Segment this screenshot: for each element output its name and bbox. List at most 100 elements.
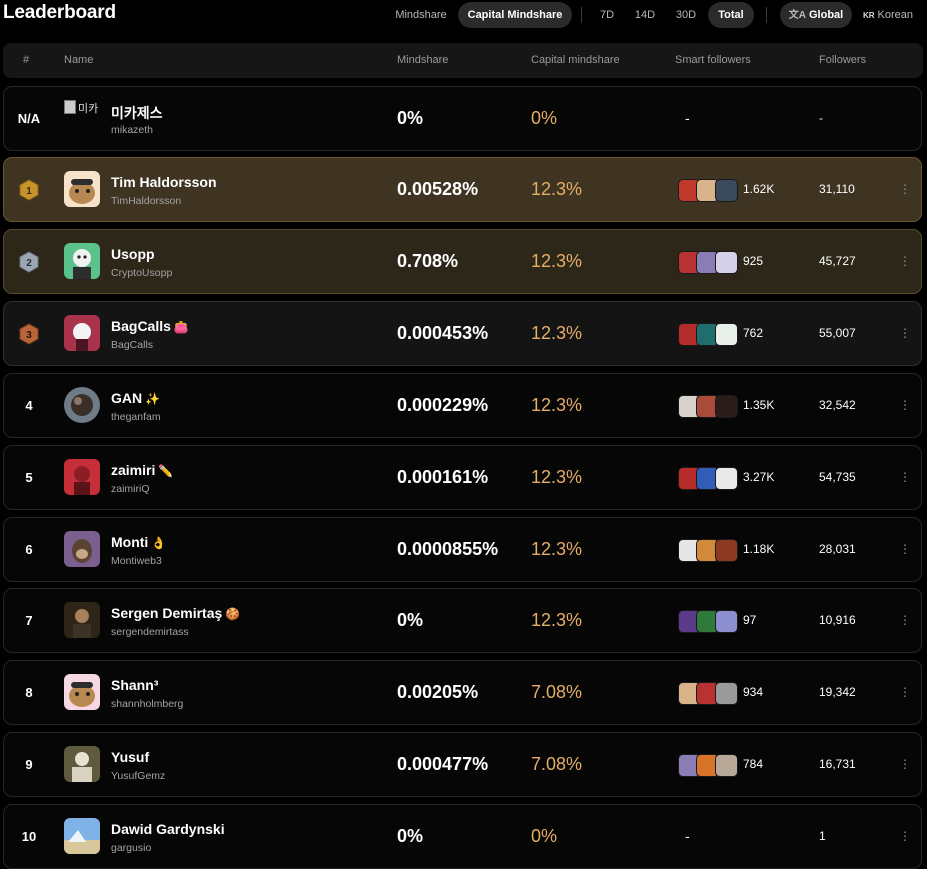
user-name[interactable]: Monti 👌 bbox=[111, 534, 166, 550]
col-rank: # bbox=[23, 54, 30, 66]
translate-icon: 文A bbox=[788, 10, 806, 21]
name-emoji: 👛 bbox=[173, 320, 189, 334]
mindshare-value: 0% bbox=[397, 826, 424, 846]
user-name-text: GAN bbox=[111, 390, 143, 406]
follower-avatar[interactable] bbox=[715, 610, 738, 633]
user-name[interactable]: Sergen Demirtaş 🍪 bbox=[111, 605, 240, 621]
avatar[interactable] bbox=[64, 243, 100, 279]
avatar[interactable] bbox=[64, 387, 100, 423]
table-row[interactable]: 4 GAN ✨ theganfam 0.000229% 12.3% 1.35K 3… bbox=[3, 373, 922, 438]
table-row[interactable]: 1 Tim Haldorsson TimHaldorsson 0.00528% … bbox=[3, 157, 922, 222]
col-capital-mindshare[interactable]: Capital mindshare bbox=[531, 43, 620, 78]
user-name[interactable]: Tim Haldorsson bbox=[111, 174, 217, 190]
more-options-icon[interactable]: ⋮ bbox=[899, 302, 911, 365]
more-options-icon[interactable]: ⋮ bbox=[899, 374, 911, 437]
user-name[interactable]: GAN ✨ bbox=[111, 390, 160, 406]
more-options-icon[interactable]: ⋮ bbox=[899, 733, 911, 796]
col-name[interactable]: Name bbox=[64, 43, 93, 78]
follower-avatar[interactable] bbox=[715, 395, 738, 418]
table-row[interactable]: 3 BagCalls 👛 BagCalls 0.000453% 12.3% 762… bbox=[3, 301, 922, 366]
tab-capital-mindshare[interactable]: Capital Mindshare bbox=[458, 2, 572, 28]
smart-followers-count: 97 bbox=[743, 613, 757, 627]
more-options-icon[interactable]: ⋮ bbox=[899, 446, 911, 509]
user-handle[interactable]: CryptoUsopp bbox=[111, 267, 172, 279]
table-row[interactable]: 5 zaimiri ✏️ zaimiriQ 0.000161% 12.3% 3.2… bbox=[3, 445, 922, 510]
rank: 7 bbox=[25, 613, 33, 628]
range-7d[interactable]: 7D bbox=[592, 2, 622, 28]
table-row[interactable]: N/A 미카 미카제스 mikazeth 0% 0% - - bbox=[3, 86, 922, 151]
kr-flag-icon: KR bbox=[862, 11, 875, 20]
followers-count: 19,342 bbox=[819, 685, 856, 699]
user-handle[interactable]: BagCalls bbox=[111, 339, 153, 351]
user-name[interactable]: 미카제스 bbox=[111, 103, 163, 123]
follower-avatar[interactable] bbox=[715, 179, 738, 202]
col-smart-followers[interactable]: Smart followers bbox=[675, 43, 751, 78]
follower-avatar[interactable] bbox=[715, 682, 738, 705]
table-row[interactable]: 8 Shann³ shannholmberg 0.00205% 7.08% 93… bbox=[3, 660, 922, 725]
more-options-icon[interactable]: ⋮ bbox=[899, 805, 911, 868]
avatar[interactable] bbox=[64, 531, 100, 567]
rank: 8 bbox=[25, 685, 33, 700]
user-handle[interactable]: TimHaldorsson bbox=[111, 195, 181, 207]
rank: 4 bbox=[25, 398, 33, 413]
mindshare-value: 0% bbox=[397, 610, 424, 630]
region-korean-button[interactable]: KR Korean bbox=[858, 2, 918, 28]
more-options-icon[interactable]: ⋮ bbox=[899, 518, 911, 581]
filter-controls: Mindshare Capital Mindshare 7D 14D 30D T… bbox=[0, 2, 927, 28]
smart-followers-count: 934 bbox=[743, 685, 764, 699]
capital-mindshare-value: 0% bbox=[531, 108, 558, 128]
follower-avatar[interactable] bbox=[715, 251, 738, 274]
user-name[interactable]: Yusuf bbox=[111, 749, 149, 765]
avatar[interactable] bbox=[64, 171, 100, 207]
follower-avatar[interactable] bbox=[715, 467, 738, 490]
user-handle[interactable]: theganfam bbox=[111, 411, 161, 423]
col-followers[interactable]: Followers bbox=[819, 43, 866, 78]
rank: 5 bbox=[25, 470, 33, 485]
user-handle[interactable]: Montiweb3 bbox=[111, 555, 162, 567]
user-name-text: BagCalls bbox=[111, 318, 171, 334]
range-14d[interactable]: 14D bbox=[630, 2, 660, 28]
followers-count: - bbox=[819, 111, 823, 125]
user-handle[interactable]: sergendemirtass bbox=[111, 626, 189, 638]
avatar[interactable] bbox=[64, 674, 100, 710]
user-name[interactable]: zaimiri ✏️ bbox=[111, 462, 173, 478]
more-options-icon[interactable]: ⋮ bbox=[899, 589, 911, 652]
col-mindshare[interactable]: Mindshare bbox=[397, 43, 448, 78]
table-row[interactable]: 9 Yusuf YusufGemz 0.000477% 7.08% 784 16… bbox=[3, 732, 922, 797]
table-row[interactable]: 6 Monti 👌 Montiweb3 0.0000855% 12.3% 1.18… bbox=[3, 517, 922, 582]
avatar[interactable] bbox=[64, 315, 100, 351]
user-handle[interactable]: mikazeth bbox=[111, 124, 153, 136]
user-name[interactable]: BagCalls 👛 bbox=[111, 318, 189, 334]
region-global-button[interactable]: 文A Global bbox=[780, 2, 852, 28]
more-options-icon[interactable]: ⋮ bbox=[899, 661, 911, 724]
user-handle[interactable]: gargusio bbox=[111, 842, 151, 854]
rank: 10 bbox=[21, 829, 37, 844]
range-total[interactable]: Total bbox=[708, 2, 754, 28]
rank: 1 bbox=[26, 186, 32, 197]
user-name[interactable]: Dawid Gardynski bbox=[111, 821, 225, 837]
avatar[interactable] bbox=[64, 746, 100, 782]
user-handle[interactable]: shannholmberg bbox=[111, 698, 183, 710]
rank: 6 bbox=[25, 542, 33, 557]
user-name[interactable]: Shann³ bbox=[111, 677, 158, 693]
avatar[interactable] bbox=[64, 602, 100, 638]
tab-mindshare[interactable]: Mindshare bbox=[388, 2, 454, 28]
more-options-icon[interactable]: ⋮ bbox=[899, 158, 911, 221]
follower-avatar[interactable] bbox=[715, 539, 738, 562]
user-handle[interactable]: YusufGemz bbox=[111, 770, 165, 782]
table-row[interactable]: 7 Sergen Demirtaş 🍪 sergendemirtass 0% 12… bbox=[3, 588, 922, 653]
avatar[interactable] bbox=[64, 818, 100, 854]
smart-followers-count: 1.18K bbox=[743, 542, 775, 556]
avatar[interactable] bbox=[64, 459, 100, 495]
capital-mindshare-value: 7.08% bbox=[531, 682, 583, 702]
follower-avatar[interactable] bbox=[715, 754, 738, 777]
user-name[interactable]: Usopp bbox=[111, 246, 155, 262]
more-options-icon[interactable]: ⋮ bbox=[899, 230, 911, 293]
table-row[interactable]: 10 Dawid Gardynski gargusio 0% 0% - 1 ⋮ bbox=[3, 804, 922, 869]
table-row[interactable]: 2 Usopp CryptoUsopp 0.708% 12.3% 925 45,… bbox=[3, 229, 922, 294]
follower-avatar[interactable] bbox=[715, 323, 738, 346]
followers-count: 1 bbox=[819, 829, 826, 843]
user-handle[interactable]: zaimiriQ bbox=[111, 483, 150, 495]
range-30d[interactable]: 30D bbox=[670, 2, 702, 28]
mindshare-value: 0.000161% bbox=[397, 467, 489, 487]
